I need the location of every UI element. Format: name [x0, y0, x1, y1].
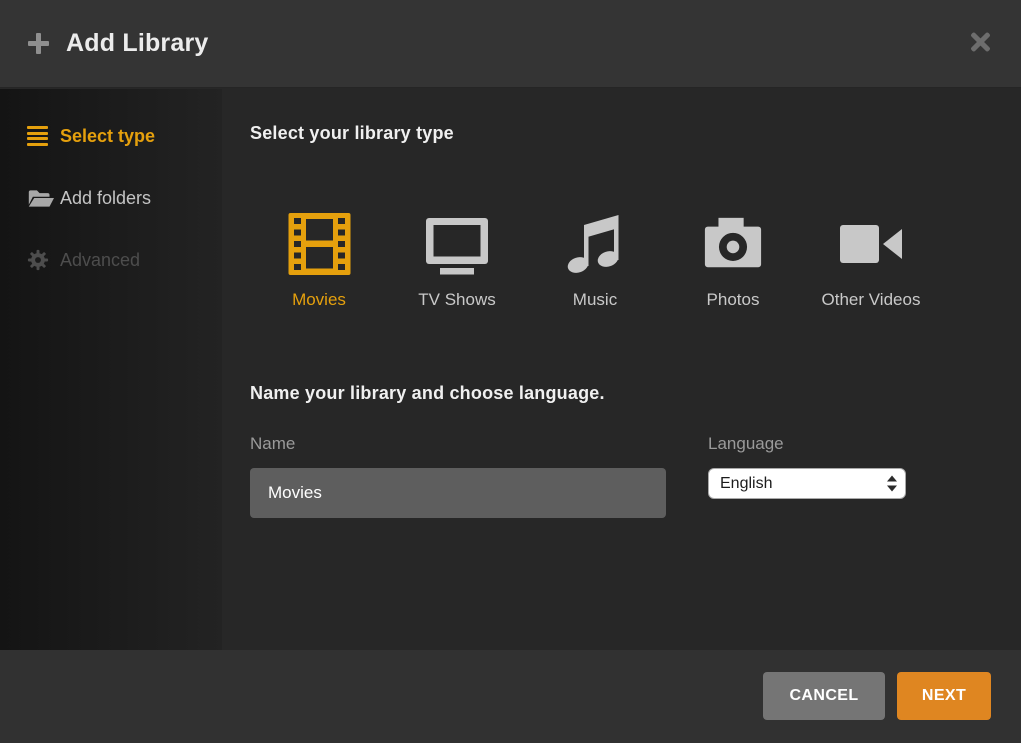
sidebar-item-label: Add folders — [60, 188, 151, 209]
library-type-photos[interactable]: Photos — [677, 211, 789, 310]
library-type-row: Movies TV Shows — [263, 211, 927, 310]
library-type-label: Other Videos — [822, 290, 921, 310]
language-selected-value: English — [720, 475, 887, 493]
library-type-movies[interactable]: Movies — [263, 211, 375, 310]
sidebar-item-advanced: Advanced — [0, 229, 222, 291]
select-stepper-icon — [887, 475, 897, 492]
sidebar-item-label: Select type — [60, 126, 155, 147]
wizard-step-content: Select your library type — [222, 89, 1021, 650]
music-note-icon — [563, 211, 627, 277]
next-button[interactable]: NEXT — [897, 672, 991, 720]
library-type-label: Music — [573, 290, 617, 310]
add-library-dialog: Add Library Select type Add folders — [0, 0, 1021, 743]
language-label: Language — [708, 434, 906, 454]
gear-icon — [27, 249, 60, 271]
wizard-steps-sidebar: Select type Add folders — [0, 89, 222, 650]
sidebar-item-select-type[interactable]: Select type — [0, 105, 222, 167]
library-type-other-videos[interactable]: Other Videos — [815, 211, 927, 310]
name-language-heading: Name your library and choose language. — [250, 383, 605, 404]
sidebar-item-label: Advanced — [60, 250, 140, 271]
library-type-label: TV Shows — [418, 290, 495, 310]
library-type-label: Photos — [707, 290, 760, 310]
library-type-music[interactable]: Music — [539, 211, 651, 310]
library-name-input[interactable] — [250, 468, 666, 518]
library-type-label: Movies — [292, 290, 346, 310]
folder-icon — [27, 187, 60, 210]
dialog-header: Add Library — [0, 0, 1021, 88]
close-icon[interactable] — [969, 31, 991, 53]
language-field-group: Language English — [708, 434, 906, 499]
select-type-heading: Select your library type — [250, 123, 454, 144]
dialog-title: Add Library — [66, 29, 209, 58]
name-field-group: Name — [250, 434, 666, 518]
sidebar-item-add-folders[interactable]: Add folders — [0, 167, 222, 229]
cancel-button[interactable]: CANCEL — [763, 672, 885, 720]
name-label: Name — [250, 434, 666, 454]
film-icon — [287, 211, 352, 277]
language-select[interactable]: English — [708, 468, 906, 499]
camera-icon — [702, 211, 764, 277]
plus-icon — [28, 33, 49, 54]
dialog-footer: CANCEL NEXT — [0, 650, 1021, 743]
list-icon — [27, 126, 60, 146]
video-camera-icon — [838, 211, 904, 277]
library-type-tv-shows[interactable]: TV Shows — [401, 211, 513, 310]
tv-icon — [424, 211, 490, 277]
